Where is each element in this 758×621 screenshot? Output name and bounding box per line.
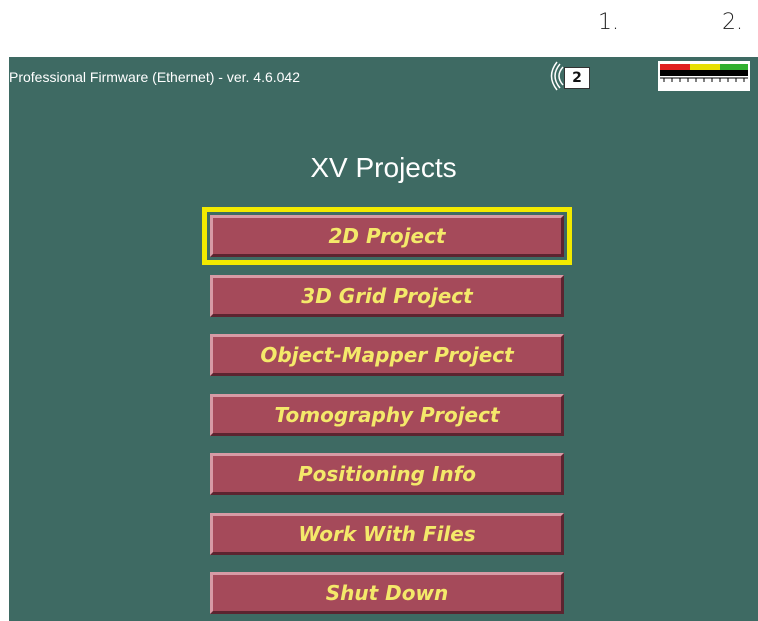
2d-project-button[interactable]: 2D Project — [210, 215, 564, 257]
tomography-project-button[interactable]: Tomography Project — [210, 394, 564, 436]
antenna-signal-icon: 2 — [550, 61, 590, 91]
shut-down-button[interactable]: Shut Down — [210, 572, 564, 614]
page-title: XV Projects — [310, 152, 457, 183]
firmware-title: Professional Firmware (Ethernet) - ver. … — [9, 69, 301, 85]
object-mapper-project-button[interactable]: Object-Mapper Project — [210, 334, 564, 376]
signal-level-meter-icon — [658, 61, 750, 91]
channel-badge: 2 — [564, 67, 590, 89]
positioning-info-button[interactable]: Positioning Info — [210, 453, 564, 495]
3d-grid-project-button[interactable]: 3D Grid Project — [210, 275, 564, 317]
callout-2: 2. — [722, 10, 743, 35]
firmware-screen: Professional Firmware (Ethernet) - ver. … — [9, 57, 758, 621]
work-with-files-button[interactable]: Work With Files — [210, 513, 564, 555]
callout-1: 1. — [598, 10, 619, 35]
